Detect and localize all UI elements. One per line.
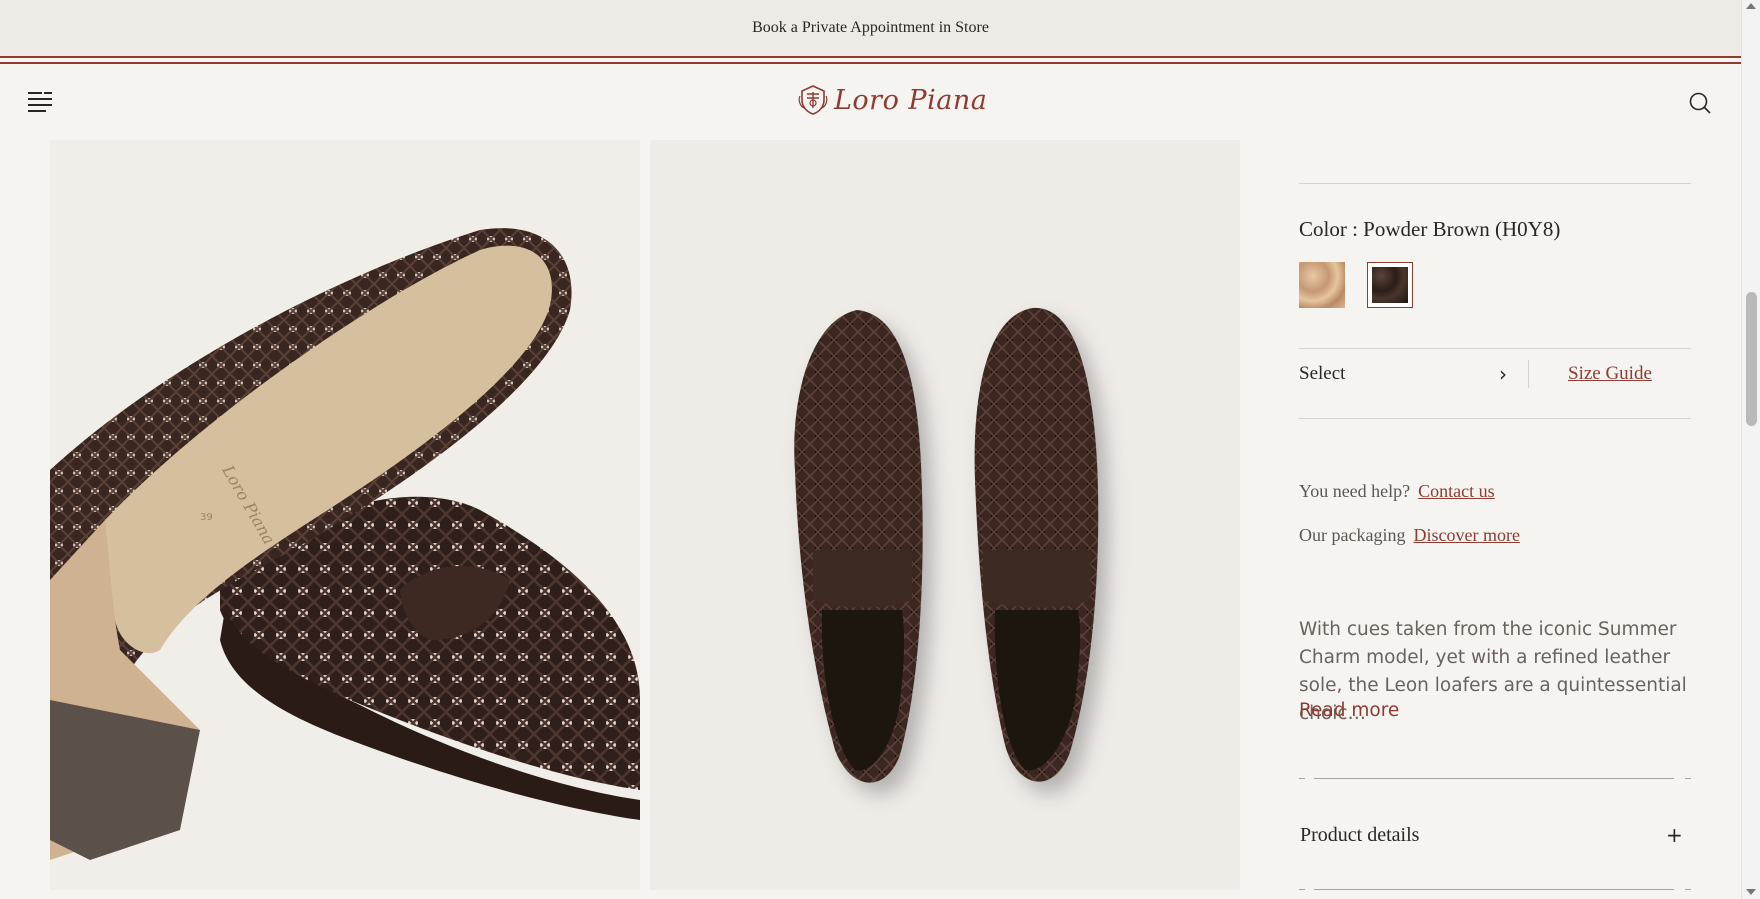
appointment-banner-text[interactable]: Book a Private Appointment in Store [752,19,989,37]
loafer-sole-illustration: Loro Piana 39 [50,228,640,860]
size-select[interactable]: Select [1299,363,1345,385]
plus-icon[interactable]: + [1666,823,1683,847]
appointment-banner[interactable]: Book a Private Appointment in Store [0,0,1741,56]
product-details-accordion[interactable]: Product details + [1300,823,1692,864]
product-image-sole[interactable]: Loro Piana 39 [50,140,640,890]
swatch-light-tan[interactable] [1299,262,1345,308]
help-row: You need help? Contact us [1299,481,1495,502]
chevron-right-icon[interactable]: › [1499,362,1507,386]
color-label: Color : Powder Brown (H0Y8) [1299,217,1561,241]
svg-text:39: 39 [200,512,213,523]
crest-icon [798,85,828,115]
divider-size-bottom [1299,418,1691,419]
scroll-thumb[interactable] [1746,292,1757,426]
product-info-panel: Color : Powder Brown (H0Y8) Select › Siz… [1299,140,1691,899]
scroll-up-arrow-icon[interactable] [1746,3,1756,9]
banner-stripes [0,56,1741,65]
divider-details-bottom [1299,889,1691,890]
help-text: You need help? [1299,481,1411,501]
divider-details-top [1299,778,1691,779]
search-icon[interactable] [1688,91,1712,115]
product-image-top[interactable] [650,140,1240,890]
divider-top [1299,183,1691,184]
brand-name: Loro Piana [834,84,988,116]
stripe-top [0,56,1741,58]
scroll-down-arrow-icon[interactable] [1746,889,1756,895]
packaging-text: Our packaging [1299,525,1406,545]
discover-more-link[interactable]: Discover more [1413,525,1519,545]
page-scrollbar[interactable] [1741,0,1760,899]
read-more-link[interactable]: Read more [1299,700,1399,721]
stripe-bottom [0,62,1741,64]
loafers-top-illustration [794,307,1099,783]
hamburger-menu-icon[interactable] [28,90,52,114]
product-details-label[interactable]: Product details [1300,824,1419,847]
size-select-row: Select › Size Guide [1299,348,1691,398]
brand-logo[interactable]: Loro Piana [798,84,987,116]
site-header: Loro Piana [0,65,1741,140]
contact-us-link[interactable]: Contact us [1418,481,1495,501]
packaging-row: Our packaging Discover more [1299,525,1520,546]
swatch-powder-brown[interactable] [1367,262,1413,308]
size-row-divider [1528,360,1529,388]
size-guide-link[interactable]: Size Guide [1568,363,1652,385]
